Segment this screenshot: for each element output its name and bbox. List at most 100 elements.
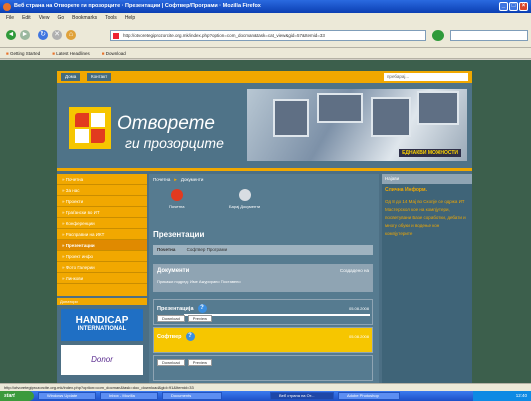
forward-arrow-icon[interactable]: ►: [20, 30, 30, 40]
slogan-line-1: Отворете: [117, 113, 215, 134]
tab-software[interactable]: Софтвер Програми: [187, 247, 228, 252]
collage-photo: [371, 97, 411, 137]
document-name[interactable]: Софтвер: [157, 334, 182, 340]
taskbar-button[interactable]: Documents: [162, 392, 222, 400]
sidebar-menu-item[interactable]: Граѓански во ИТ: [57, 207, 147, 218]
menu-item-help[interactable]: Help: [125, 13, 135, 23]
windows-taskbar: start Windows Update Inbox - Mozilla Docum…: [0, 391, 531, 401]
main-content: Почетна ► Документи Почетна Барај Документ…: [149, 174, 379, 383]
banner-tag: ЕДНАКВИ МОЖНОСТИ: [399, 149, 461, 157]
category-tabs: Почетна Софтвер Програми: [153, 245, 373, 255]
browser-title-bar: Веб страна на Отворете ги прозорците · П…: [0, 0, 531, 13]
site-favicon-icon: [113, 33, 119, 39]
right-column: Најави Слична Информ. Од 8 до 14 Мај во …: [382, 174, 472, 383]
maximize-button[interactable]: □: [509, 2, 518, 11]
sponsor-logo[interactable]: Donor: [61, 345, 143, 375]
top-nav-contact-button[interactable]: Контакт: [87, 73, 112, 81]
go-arrow-icon[interactable]: [432, 30, 444, 41]
taskbar-button[interactable]: Веб страна на От...: [270, 392, 334, 400]
news-title[interactable]: Слична Информ.: [385, 187, 427, 193]
browser-viewport: Дома Контакт пребарај... Отворете ги про…: [0, 60, 531, 383]
sidebar-menu-item[interactable]: Проект инфо: [57, 251, 147, 262]
search-documents-link[interactable]: Барај Документи: [229, 189, 260, 209]
download-button[interactable]: Download: [157, 359, 185, 366]
documents-panel: Документи Создадено на Прикажи подред: И…: [153, 264, 373, 292]
menu-bar: File Edit View Go Bookmarks Tools Help: [0, 13, 531, 23]
browser-search-field[interactable]: [450, 30, 528, 41]
firefox-logo-icon: [3, 3, 11, 11]
breadcrumb: Почетна ► Документи: [153, 177, 204, 182]
url-bar[interactable]: http://otvoretegiprozorcite.org.mk/index…: [110, 30, 426, 41]
preview-button[interactable]: Preview: [187, 315, 213, 322]
document-item: Download Preview: [153, 355, 373, 381]
download-button[interactable]: Download: [157, 315, 185, 322]
document-item: Софтвер? 05.08.2008: [153, 327, 373, 353]
start-button[interactable]: start: [0, 391, 34, 401]
status-bar: http://otvoretegiprozorcite.org.mk/index…: [0, 383, 531, 391]
sidebar-menu-item[interactable]: Фото Галерии: [57, 262, 147, 273]
reload-icon[interactable]: ↻: [38, 30, 48, 40]
bookmark-item[interactable]: Download: [102, 48, 126, 58]
back-arrow-icon[interactable]: ◄: [6, 30, 16, 40]
site-search-input[interactable]: пребарај...: [384, 73, 468, 81]
documents-title: Документи: [157, 268, 190, 274]
home-icon[interactable]: ⌂: [66, 30, 76, 40]
handicap-international-logo[interactable]: HANDICAP INTERNATIONAL: [61, 309, 143, 341]
site-banner: Отворете ги прозорците ЕДНАКВИ МОЖНОСТИ: [57, 83, 472, 171]
close-button[interactable]: ×: [519, 2, 528, 11]
help-icon[interactable]: ?: [197, 304, 207, 313]
page-title: Презентации: [153, 230, 205, 239]
stop-icon[interactable]: ✕: [52, 30, 62, 40]
menu-item-file[interactable]: File: [6, 13, 14, 23]
document-date: 05.08.2008: [348, 306, 369, 311]
partners-label: Донатори: [57, 298, 147, 305]
menu-item-edit[interactable]: Edit: [22, 13, 31, 23]
taskbar-button[interactable]: Windows Update: [38, 392, 96, 400]
minimize-button[interactable]: _: [499, 2, 508, 11]
news-header: Најави: [382, 174, 472, 184]
banner-photo-collage: ЕДНАКВИ МОЖНОСТИ: [247, 89, 467, 161]
taskbar-button[interactable]: Adobe Photoshop: [338, 392, 400, 400]
document-item: Презентација? 05.08.2008 Download Previe…: [153, 299, 373, 325]
documents-created-label: Создадено на: [339, 268, 369, 273]
preview-button[interactable]: Preview: [187, 359, 213, 366]
bookmarks-toolbar: Getting Started Latest Headlines Download: [0, 48, 531, 59]
url-text: http://otvoretegiprozorcite.org.mk/index…: [123, 33, 325, 38]
sidebar-menu-item[interactable]: Линкови: [57, 273, 147, 284]
slogan-line-2: ги прозорците: [125, 135, 224, 151]
main-menu: ПочетнаЗа насПроектиГраѓански во ИТКонфе…: [57, 174, 147, 296]
sidebar-menu-item[interactable]: Презентации: [57, 240, 147, 251]
site-top-nav: Дома Контакт пребарај...: [57, 71, 472, 83]
collage-photo: [417, 91, 459, 125]
web-page: Дома Контакт пребарај... Отворете ги про…: [57, 71, 472, 383]
news-text: Од 8 до 14 Мај во Скопје се одржа ИТ Мас…: [385, 199, 466, 236]
menu-item-bookmarks[interactable]: Bookmarks: [72, 13, 97, 23]
collage-photo: [317, 93, 363, 123]
windows-logo-icon: [69, 107, 111, 149]
bookmark-item[interactable]: Getting Started: [6, 48, 40, 58]
sidebar-menu-item[interactable]: Расправии на ИКТ: [57, 229, 147, 240]
top-nav-home-button[interactable]: Дома: [61, 73, 81, 81]
tab-home[interactable]: Почетна: [157, 247, 175, 252]
window-title: Веб страна на Отворете ги прозорците · П…: [14, 3, 261, 9]
search-magnifier-icon: [238, 189, 251, 201]
navigation-toolbar: ◄ ► ↻ ✕ ⌂ http://otvoretegiprozorcite.or…: [0, 23, 531, 48]
home-link[interactable]: Почетна: [169, 189, 184, 209]
help-icon[interactable]: ?: [185, 332, 195, 341]
menu-item-go[interactable]: Go: [57, 13, 64, 23]
collage-photo: [273, 99, 309, 137]
documents-sort-options[interactable]: Прикажи подред: Име Ажурирано Поставено: [157, 279, 241, 284]
sidebar-menu-item[interactable]: Конференции: [57, 218, 147, 229]
doc-icon-links: Почетна Барај Документи: [149, 189, 379, 223]
sidebar-menu-item[interactable]: Проекти: [57, 196, 147, 207]
sidebar-menu-item[interactable]: Почетна: [57, 174, 147, 185]
document-name[interactable]: Презентација: [157, 306, 194, 312]
menu-item-tools[interactable]: Tools: [105, 13, 117, 23]
menu-item-view[interactable]: View: [39, 13, 50, 23]
taskbar-button[interactable]: Inbox - Mozilla: [100, 392, 158, 400]
sidebar-menu-item[interactable]: За нас: [57, 185, 147, 196]
document-date: 05.08.2008: [348, 334, 369, 339]
bookmark-item[interactable]: Latest Headlines: [52, 48, 90, 58]
left-sidebar: ПочетнаЗа насПроектиГраѓански во ИТКонфе…: [57, 174, 147, 383]
breadcrumb-home-link[interactable]: Почетна: [153, 177, 170, 182]
